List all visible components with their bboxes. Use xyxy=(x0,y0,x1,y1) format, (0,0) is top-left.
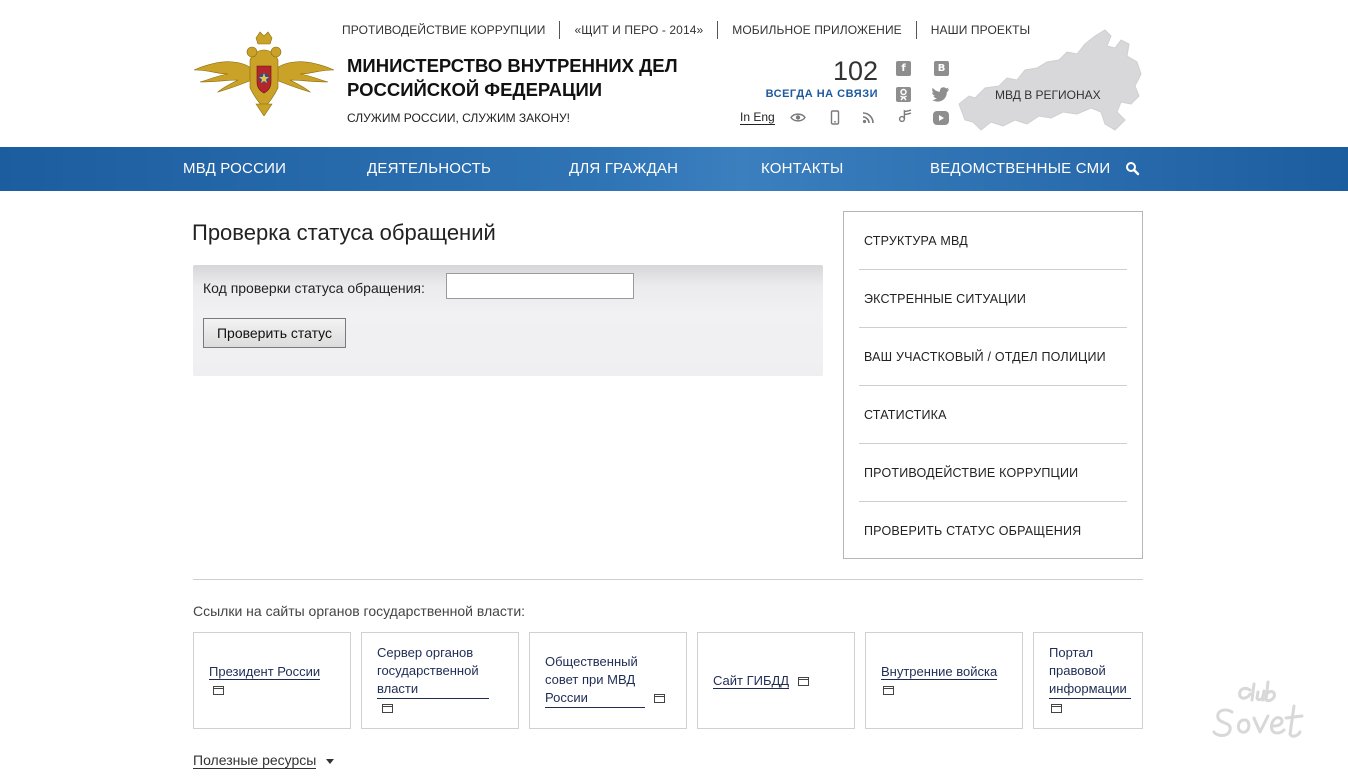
nav-item-activity[interactable]: ДЕЯТЕЛЬНОСТЬ xyxy=(367,147,491,191)
podcast-icon[interactable] xyxy=(897,108,913,123)
top-links-bar: ПРОТИВОДЕЙСТВИЕ КОРРУПЦИИ «ЩИТ И ПЕРО - … xyxy=(342,21,1044,39)
sidebar-item-statistics[interactable]: СТАТИСТИКА xyxy=(859,386,1127,444)
gov-link-card: Сервер органов государственной власти xyxy=(361,632,519,729)
gov-link-public-council[interactable]: Общественный совет при МВД России xyxy=(545,653,645,708)
page-title: Проверка статуса обращений xyxy=(192,220,496,245)
regions-map-label[interactable]: МВД В РЕГИОНАХ xyxy=(995,88,1101,102)
site-title-line2: РОССИЙСКОЙ ФЕДЕРАЦИИ xyxy=(347,79,603,100)
hotline-number: 102 xyxy=(832,56,878,86)
section-divider xyxy=(193,579,1143,580)
rss-icon[interactable] xyxy=(861,110,877,125)
nav-item-departmental-media[interactable]: ВЕДОМСТВЕННЫЕ СМИ xyxy=(930,147,1110,191)
gov-link-internal-troops[interactable]: Внутренние войска xyxy=(881,663,998,680)
nav-item-mvd-russia[interactable]: МВД РОССИИ xyxy=(183,147,286,191)
top-link-shield-and-pen[interactable]: «ЩИТ И ПЕРО - 2014» xyxy=(559,21,717,39)
status-code-label: Код проверки статуса обращения: xyxy=(203,280,425,296)
check-status-button[interactable]: Проверить статус xyxy=(203,318,346,348)
sidebar-item-structure[interactable]: СТРУКТУРА МВД xyxy=(859,212,1127,270)
external-link-icon[interactable] xyxy=(797,676,809,686)
gov-link-president[interactable]: Президент России xyxy=(209,663,321,680)
external-link-icon[interactable] xyxy=(213,685,224,695)
gov-link-gibdd[interactable]: Сайт ГИБДД xyxy=(713,672,790,689)
site-title-line1: МИНИСТЕРСТВО ВНУТРЕННИХ ДЕЛ xyxy=(347,55,678,76)
gov-link-card: Общественный совет при МВД России xyxy=(529,632,687,729)
sidebar-item-anticorruption[interactable]: ПРОТИВОДЕЙСТВИЕ КОРРУПЦИИ xyxy=(859,444,1127,502)
sidebar-menu: СТРУКТУРА МВД ЭКСТРЕННЫЕ СИТУАЦИИ ВАШ УЧ… xyxy=(843,211,1143,559)
chevron-down-icon xyxy=(326,758,335,764)
gov-link-legal-portal[interactable]: Портал правовой информации xyxy=(1049,644,1131,699)
gov-link-card: Внутренние войска xyxy=(865,632,1023,729)
nav-item-for-citizens[interactable]: ДЛЯ ГРАЖДАН xyxy=(569,147,678,191)
external-link-icon[interactable] xyxy=(382,704,393,714)
sidebar-item-district-officer[interactable]: ВАШ УЧАСТКОВЫЙ / ОТДЕЛ ПОЛИЦИИ xyxy=(859,328,1127,386)
russia-regions-map[interactable] xyxy=(955,26,1145,134)
sidebar-item-check-status[interactable]: ПРОВЕРИТЬ СТАТУС ОБРАЩЕНИЯ xyxy=(859,502,1127,560)
external-link-icon[interactable] xyxy=(1051,704,1062,714)
main-nav: МВД РОССИИ ДЕЯТЕЛЬНОСТЬ ДЛЯ ГРАЖДАН КОНТ… xyxy=(0,147,1348,191)
vkontakte-icon[interactable]: В xyxy=(934,61,949,76)
status-check-form: Код проверки статуса обращения: Проверит… xyxy=(193,265,823,376)
nav-item-contacts[interactable]: КОНТАКТЫ xyxy=(761,147,844,191)
mobile-icon[interactable] xyxy=(827,110,843,125)
hotline-block: 102 ВСЕГДА НА СВЯЗИ xyxy=(760,55,878,100)
gov-link-card: Портал правовой информации xyxy=(1033,632,1143,729)
english-version-link[interactable]: In Eng xyxy=(740,110,775,125)
useful-resources-label: Полезные ресурсы xyxy=(193,752,317,769)
external-link-icon[interactable] xyxy=(653,694,665,704)
eye-icon[interactable] xyxy=(790,110,806,125)
twitter-icon[interactable] xyxy=(932,86,950,102)
site-title[interactable]: МИНИСТЕРСТВО ВНУТРЕННИХ ДЕЛ РОССИЙСКОЙ Ф… xyxy=(347,54,687,102)
top-link-anticorruption[interactable]: ПРОТИВОДЕЙСТВИЕ КОРРУПЦИИ xyxy=(342,21,559,39)
youtube-icon[interactable] xyxy=(933,111,949,125)
site-slogan: СЛУЖИМ РОССИИ, СЛУЖИМ ЗАКОНУ! xyxy=(347,111,570,125)
site-header: ПРОТИВОДЕЙСТВИЕ КОРРУПЦИИ «ЩИТ И ПЕРО - … xyxy=(0,0,1348,147)
gov-link-card: Президент России xyxy=(193,632,351,729)
odnoklassniki-icon[interactable] xyxy=(896,87,911,102)
useful-resources-dropdown[interactable]: Полезные ресурсы xyxy=(193,752,335,769)
sidebar-item-emergencies[interactable]: ЭКСТРЕННЫЕ СИТУАЦИИ xyxy=(859,270,1127,328)
external-link-icon[interactable] xyxy=(883,685,894,695)
gov-links-heading: Ссылки на сайты органов государственной … xyxy=(193,603,526,619)
top-link-mobile-app[interactable]: МОБИЛЬНОЕ ПРИЛОЖЕНИЕ xyxy=(717,21,916,39)
gov-link-gov-server[interactable]: Сервер органов государственной власти xyxy=(377,644,489,699)
facebook-icon[interactable]: f xyxy=(896,61,911,76)
status-code-input[interactable] xyxy=(446,273,634,299)
search-icon[interactable] xyxy=(1124,160,1142,178)
mvd-emblem-logo[interactable] xyxy=(192,30,336,116)
gov-link-card: Сайт ГИБДД xyxy=(697,632,855,729)
club-sovet-watermark xyxy=(1212,680,1304,738)
hotline-caption: ВСЕГДА НА СВЯЗИ xyxy=(765,88,878,100)
